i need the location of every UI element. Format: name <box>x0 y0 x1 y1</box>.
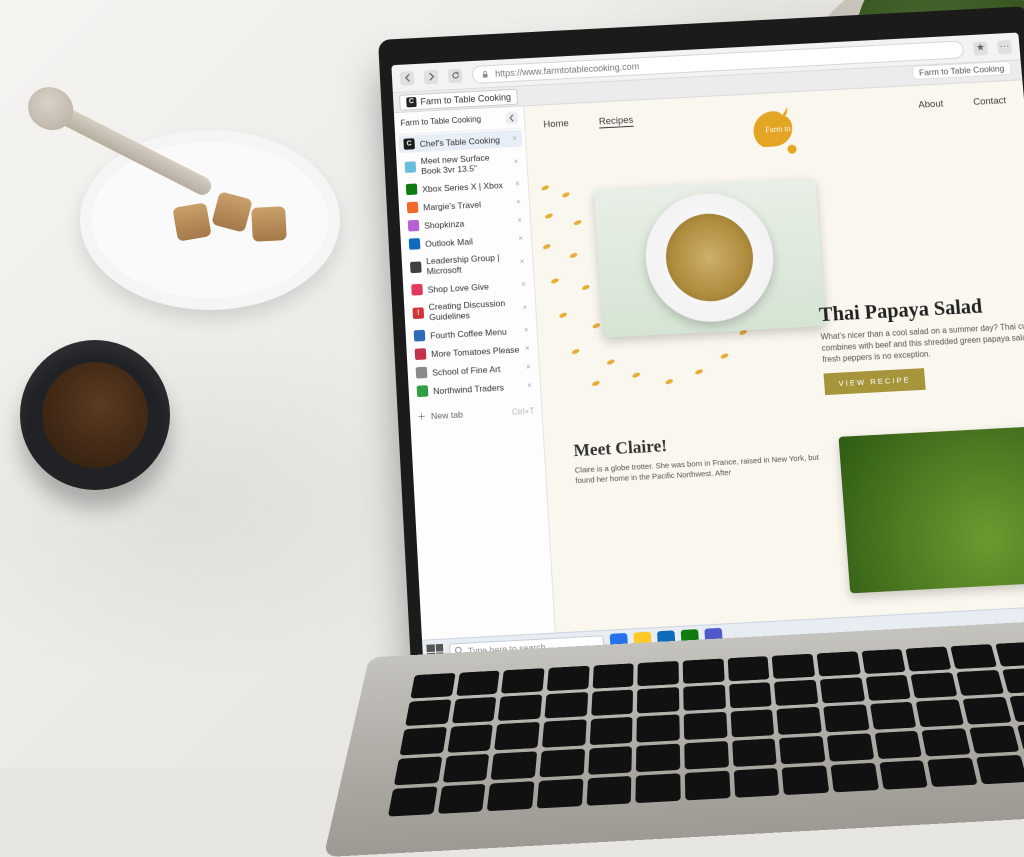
tab-title: Shopkinza <box>424 218 465 230</box>
nav-home[interactable]: Home <box>543 118 569 130</box>
menu-button[interactable]: ⋯ <box>997 39 1012 54</box>
tab-favicon <box>411 284 423 296</box>
plus-icon: ＋ <box>417 410 426 423</box>
vtabs-header-label: Farm to Table Cooking <box>400 115 481 128</box>
prop-plate <box>80 130 340 310</box>
tab-title: Outlook Mail <box>425 236 473 249</box>
website-viewport: Home Recipes About Contact Farm to Table <box>524 80 1024 632</box>
close-tab-button[interactable]: × <box>525 344 530 353</box>
nav-recipes[interactable]: Recipes <box>599 115 634 128</box>
tab-title: Xbox Series X | Xbox <box>422 179 503 193</box>
tab-favicon: ! <box>412 307 424 319</box>
tab-title: Meet new Surface Book 3vr 13.5" <box>420 151 509 176</box>
collapse-vertical-tabs-button[interactable] <box>505 111 518 124</box>
tabstrip-title: Farm to Table Cooking <box>420 92 511 107</box>
tab-title: More Tomatoes Please <box>431 344 520 359</box>
close-tab-button[interactable]: × <box>517 215 522 224</box>
svg-text:Farm to Table: Farm to Table <box>765 123 805 134</box>
close-tab-button[interactable]: × <box>516 197 521 206</box>
site-logo[interactable]: Farm to Table <box>747 98 806 161</box>
close-tab-button[interactable]: × <box>518 234 523 243</box>
forward-button[interactable] <box>424 69 439 84</box>
tab-favicon: C <box>403 138 415 150</box>
tab-favicon <box>410 261 422 273</box>
close-tab-button[interactable]: × <box>522 302 527 311</box>
tab-title: Chef's Table Cooking <box>419 134 500 148</box>
tab-favicon <box>417 385 429 397</box>
tab-title: Margie's Travel <box>423 199 481 212</box>
tab-favicon <box>407 202 419 214</box>
refresh-button[interactable] <box>448 68 463 83</box>
tab-favicon <box>405 161 417 173</box>
recipe-title: Thai Papaya Salad <box>818 292 1024 328</box>
close-tab-button[interactable]: × <box>521 279 526 288</box>
new-tab-shortcut: Ctrl+T <box>512 406 535 416</box>
prop-sugar-cube <box>172 202 211 241</box>
prop-sugar-cube <box>251 206 287 242</box>
workspace: Farm to Table Cooking C Chef's Table Cook… <box>394 80 1024 639</box>
laptop: https://www.farmtotablecooking.com ★ ⋯ F… <box>378 6 1024 798</box>
tab-title: Fourth Coffee Menu <box>430 326 507 340</box>
chicken-icon: Farm to Table <box>747 98 805 159</box>
view-recipe-button[interactable]: VIEW RECIPE <box>824 369 926 396</box>
screen: https://www.farmtotablecooking.com ★ ⋯ F… <box>391 33 1024 666</box>
close-tab-button[interactable]: × <box>513 156 518 165</box>
laptop-bezel: https://www.farmtotablecooking.com ★ ⋯ F… <box>378 6 1024 676</box>
tab-title: Shop Love Give <box>427 281 489 294</box>
tab-favicon <box>406 183 418 195</box>
tab-title: Creating Discussion Guidelines <box>428 297 518 322</box>
tab-title: Northwind Traders <box>433 382 504 396</box>
tab-title: Leadership Group | Microsoft <box>426 251 515 276</box>
prop-coffee-mug <box>20 340 170 490</box>
meet-claire-block: Meet Claire! Claire is a globe trotter. … <box>573 428 821 487</box>
tab-favicon <box>415 348 427 360</box>
address-url: https://www.farmtotablecooking.com <box>495 61 640 78</box>
close-tab-button[interactable]: × <box>519 256 524 265</box>
close-tab-button[interactable]: × <box>515 179 520 188</box>
nav-contact[interactable]: Contact <box>973 95 1007 108</box>
featured-recipe-card: Thai Papaya Salad What's nicer than a co… <box>818 292 1024 396</box>
tab-favicon <box>414 330 426 342</box>
favicon: C <box>406 96 417 107</box>
new-tab-button[interactable]: ＋ New tab Ctrl+T <box>410 399 543 429</box>
tab-favicon <box>409 238 421 250</box>
new-tab-label: New tab <box>431 409 463 421</box>
favorites-button[interactable]: ★ <box>973 41 988 56</box>
lock-icon <box>481 70 489 78</box>
close-tab-button[interactable]: × <box>512 134 517 143</box>
recipe-description: What's nicer than a cool salad on a summ… <box>820 320 1024 366</box>
back-button[interactable] <box>400 71 415 86</box>
hero-food-image <box>594 178 826 338</box>
secondary-image <box>838 424 1024 593</box>
close-tab-button[interactable]: × <box>527 381 532 391</box>
close-tab-button[interactable]: × <box>523 325 528 334</box>
tab-favicon <box>408 220 420 232</box>
tab-title: School of Fine Art <box>432 363 501 377</box>
chevron-left-icon <box>508 113 516 121</box>
nav-about[interactable]: About <box>918 98 944 110</box>
tab-favicon <box>416 367 428 379</box>
close-tab-button[interactable]: × <box>526 362 531 371</box>
